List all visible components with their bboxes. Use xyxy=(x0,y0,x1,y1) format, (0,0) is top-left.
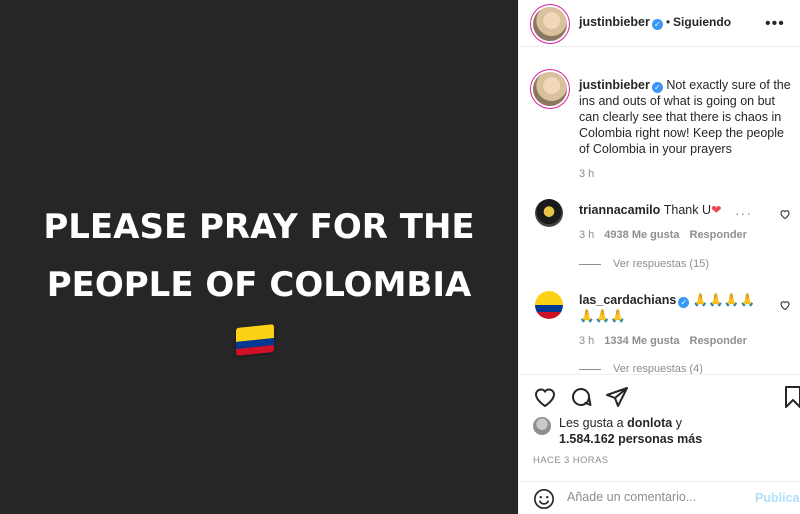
comment-username[interactable]: las_cardachians xyxy=(579,293,676,307)
comment-likes[interactable]: 4938 Me gusta xyxy=(604,229,679,241)
verified-badge-icon: ✓ xyxy=(651,82,663,93)
likes-summary: Les gusta a donlota y 1.584.162 personas… xyxy=(559,415,702,447)
post-image-text: PLEASE PRAY FOR THE PEOPLE OF COLOMBIA xyxy=(0,198,518,314)
caption-username[interactable]: justinbieber xyxy=(579,78,650,92)
post-actions: Les gusta a donlota y 1.584.162 personas… xyxy=(519,374,800,481)
reply-button[interactable]: Responder xyxy=(690,335,747,347)
caption-avatar[interactable] xyxy=(533,72,567,106)
header-info: justinbieber ✓ • Siguiendo xyxy=(579,15,731,30)
header-separator: • xyxy=(665,15,671,29)
instagram-post-view: PLEASE PRAY FOR THE PEOPLE OF COLOMBIA j… xyxy=(0,0,800,514)
view-replies-label: Ver respuestas (4) xyxy=(613,363,703,374)
emoji-smiley-icon[interactable] xyxy=(533,488,555,510)
post-header: justinbieber ✓ • Siguiendo ••• xyxy=(519,0,800,47)
like-comment-heart-icon[interactable] xyxy=(779,208,791,220)
more-options-icon[interactable]: ••• xyxy=(765,15,785,33)
comment-text: Thank U xyxy=(663,203,712,217)
likes-count[interactable]: 1.584.162 personas más xyxy=(559,432,702,446)
save-bookmark-icon[interactable] xyxy=(781,385,800,409)
comment-text-continued: 🙏🙏🙏 xyxy=(579,309,626,323)
post-media[interactable]: PLEASE PRAY FOR THE PEOPLE OF COLOMBIA xyxy=(0,0,518,514)
caption: justinbieber ✓ Not exactly sure of the in… xyxy=(579,77,794,157)
comment-text: 🙏🙏🙏🙏 xyxy=(692,293,756,307)
like-heart-icon[interactable] xyxy=(533,385,557,409)
comments-list[interactable]: justinbieber ✓ Not exactly sure of the in… xyxy=(519,47,800,374)
colombia-flag-icon xyxy=(236,324,274,356)
comment-input[interactable] xyxy=(567,490,747,504)
comment-likes[interactable]: 1334 Me gusta xyxy=(604,335,679,347)
header-username[interactable]: justinbieber xyxy=(579,15,650,29)
comment-bubble-icon[interactable] xyxy=(569,385,593,409)
view-replies-button[interactable]: Ver respuestas (4) xyxy=(579,363,703,374)
post-sidebar: justinbieber ✓ • Siguiendo ••• justinbieber… xyxy=(518,0,800,514)
reply-button[interactable]: Responder xyxy=(690,229,747,241)
author-avatar[interactable] xyxy=(533,7,567,41)
comment-avatar[interactable] xyxy=(535,291,563,319)
comment-meta: 3 h 1334 Me gusta Responder xyxy=(579,335,757,347)
likes-prefix: Les gusta a xyxy=(559,416,624,430)
likes-user[interactable]: donlota xyxy=(627,416,672,430)
caption-time[interactable]: 3 h xyxy=(579,168,594,180)
comment-meta: 3 h 4938 Me gusta Responder xyxy=(579,229,757,241)
like-comment-heart-icon[interactable] xyxy=(779,299,791,311)
verified-badge-icon: ✓ xyxy=(678,297,690,308)
comment-username[interactable]: triannacamilo xyxy=(579,203,660,217)
publish-button[interactable]: Publicar xyxy=(755,491,800,505)
share-paper-plane-icon[interactable] xyxy=(605,385,629,409)
comment-time[interactable]: 3 h xyxy=(579,335,594,347)
comment-more-icon[interactable]: ··· xyxy=(735,205,752,221)
caption-meta: 3 h xyxy=(579,168,604,180)
comment-time[interactable]: 3 h xyxy=(579,229,594,241)
comment-item: las_cardachians ✓ 🙏🙏🙏🙏 🙏🙏🙏 xyxy=(579,292,794,324)
red-heart-emoji: ❤ xyxy=(711,203,722,217)
post-timestamp[interactable]: HACE 3 HORAS xyxy=(533,455,609,466)
comment-avatar[interactable] xyxy=(535,199,563,227)
comment-item: triannacamilo Thank U❤ xyxy=(579,202,794,218)
view-replies-button[interactable]: Ver respuestas (15) xyxy=(579,258,709,270)
add-comment-bar: Publicar xyxy=(519,481,800,514)
verified-badge-icon: ✓ xyxy=(651,19,663,30)
likes-connector: y xyxy=(675,416,682,430)
following-button[interactable]: Siguiendo xyxy=(673,15,731,29)
post-image-text-line1: PLEASE PRAY FOR THE xyxy=(43,207,475,247)
post-image-text-line2: PEOPLE OF COLOMBIA xyxy=(46,265,472,305)
view-replies-label: Ver respuestas (15) xyxy=(613,258,709,270)
liked-by-avatar[interactable] xyxy=(533,417,551,435)
